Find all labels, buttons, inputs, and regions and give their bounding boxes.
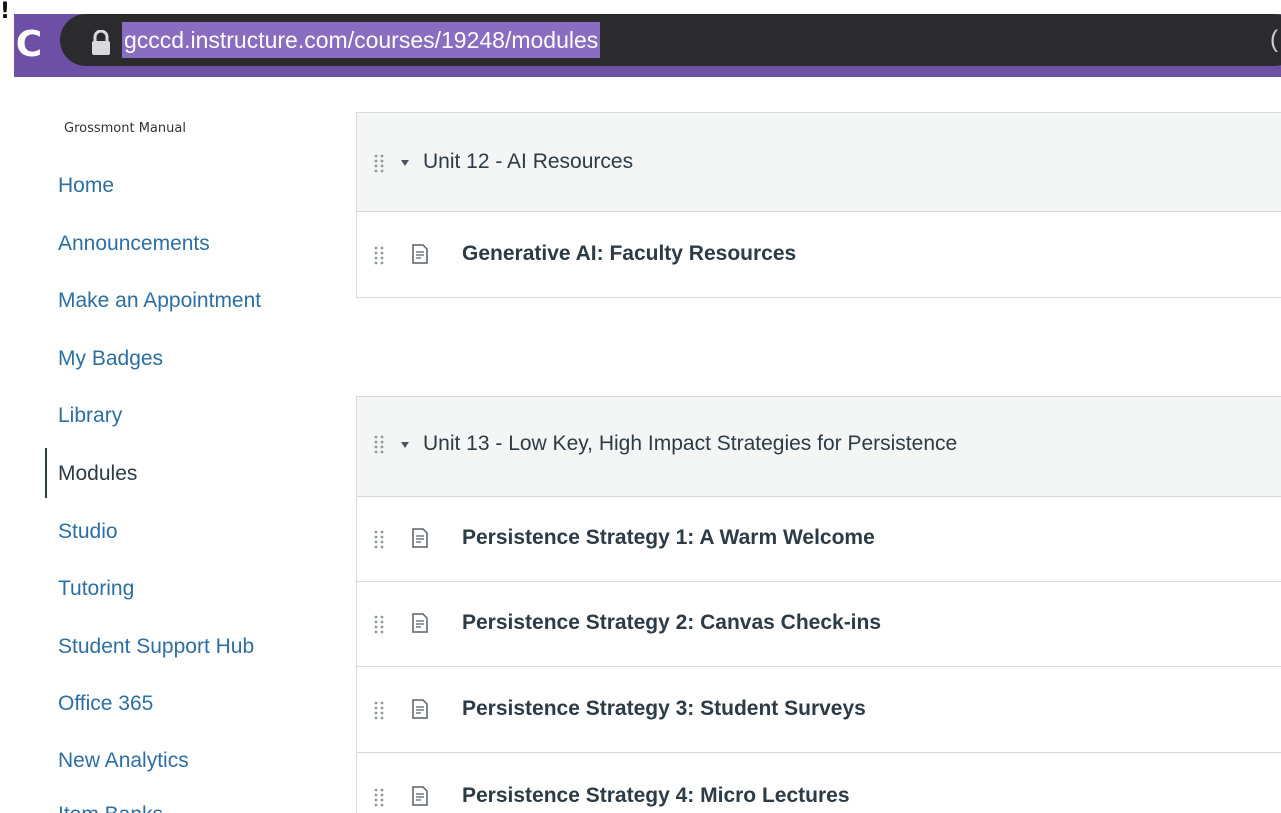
module-title: Unit 12 - AI Resources — [423, 150, 634, 173]
module-item-title[interactable]: Generative AI: Faculty Resources — [462, 242, 796, 266]
nav-link-library[interactable]: Library — [58, 402, 122, 430]
nav-link-announcements[interactable]: Announcements — [58, 230, 210, 258]
module-title: Unit 13 - Low Key, High Impact Strategie… — [423, 432, 958, 455]
page-icon — [412, 244, 428, 264]
drag-handle-icon[interactable] — [373, 434, 385, 454]
nav-link-modules[interactable]: Modules — [58, 460, 137, 488]
nav-link-student-support-hub[interactable]: Student Support Hub — [58, 633, 254, 661]
module-item-title[interactable]: Persistence Strategy 2: Canvas Check-ins — [462, 611, 881, 635]
module-header[interactable]: Unit 13 - Low Key, High Impact Strategie… — [357, 397, 1281, 497]
nav-active-indicator — [45, 448, 47, 498]
drag-handle-icon[interactable] — [373, 614, 385, 634]
corner-mark: ! — [0, 0, 11, 24]
nav-link-studio[interactable]: Studio — [58, 518, 118, 546]
nav-link-item-banks[interactable]: Item Banks — [58, 801, 163, 813]
collapse-caret-icon[interactable] — [401, 442, 409, 448]
module-item[interactable]: Generative AI: Faculty Resources — [357, 212, 1281, 297]
course-name: Grossmont Manual — [64, 121, 186, 136]
module-item-title[interactable]: Persistence Strategy 3: Student Surveys — [462, 697, 866, 721]
page-icon — [412, 786, 428, 806]
page-icon — [412, 528, 428, 548]
lock-icon — [92, 30, 110, 55]
drag-handle-icon[interactable] — [373, 529, 385, 549]
nav-link-make-appointment[interactable]: Make an Appointment — [58, 287, 261, 315]
module-unit-13: Unit 13 - Low Key, High Impact Strategie… — [356, 396, 1281, 813]
nav-link-new-analytics[interactable]: New Analytics — [58, 747, 189, 775]
page-icon — [412, 613, 428, 633]
nav-link-home[interactable]: Home — [58, 172, 114, 200]
module-item-title[interactable]: Persistence Strategy 1: A Warm Welcome — [462, 526, 875, 550]
url-text[interactable]: gcccd.instructure.com/courses/19248/modu… — [122, 22, 601, 58]
url-trailing-glyph: ( — [1270, 26, 1278, 53]
nav-link-my-badges[interactable]: My Badges — [58, 345, 163, 373]
module-unit-12: Unit 12 - AI Resources Generative AI: Fa… — [356, 112, 1281, 298]
module-item[interactable]: Persistence Strategy 1: A Warm Welcome — [357, 497, 1281, 582]
nav-link-office-365[interactable]: Office 365 — [58, 690, 153, 718]
drag-handle-icon[interactable] — [373, 700, 385, 720]
nav-link-tutoring[interactable]: Tutoring — [58, 575, 134, 603]
module-item[interactable]: Persistence Strategy 3: Student Surveys — [357, 667, 1281, 753]
reload-icon[interactable]: C — [14, 22, 44, 68]
drag-handle-icon[interactable] — [373, 153, 385, 173]
drag-handle-icon[interactable] — [373, 787, 385, 807]
collapse-caret-icon[interactable] — [401, 160, 409, 166]
module-header[interactable]: Unit 12 - AI Resources — [357, 113, 1281, 212]
drag-handle-icon[interactable] — [373, 245, 385, 265]
module-item[interactable]: Persistence Strategy 2: Canvas Check-ins — [357, 582, 1281, 667]
page-icon — [412, 699, 428, 719]
module-item-title[interactable]: Persistence Strategy 4: Micro Lectures — [462, 784, 850, 808]
module-item[interactable]: Persistence Strategy 4: Micro Lectures — [357, 753, 1281, 813]
